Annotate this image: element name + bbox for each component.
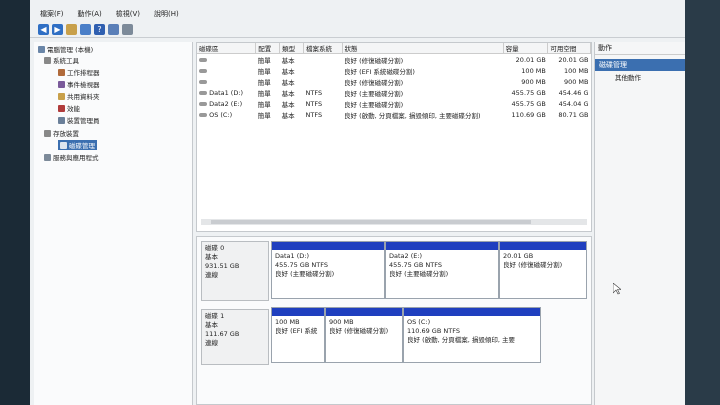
- col-status[interactable]: 狀態: [342, 43, 504, 54]
- performance-icon: [58, 104, 65, 112]
- actions-title: 動作: [595, 42, 685, 55]
- col-filesystem[interactable]: 檔案系統: [303, 43, 343, 54]
- computer-icon: [38, 45, 45, 53]
- forward-arrow-icon[interactable]: ▶: [52, 24, 63, 35]
- show-hide-tree-icon[interactable]: [80, 24, 91, 35]
- actions-pane: 動作 磁碟管理 ▲ 其他動作 ▶: [594, 42, 685, 405]
- disk1-name: 磁碟 1: [205, 312, 225, 320]
- menu-help[interactable]: 說明(H): [154, 9, 179, 19]
- actions-section-disk-management[interactable]: 磁碟管理 ▲: [595, 59, 685, 71]
- volume-icon: [199, 90, 207, 95]
- services-icon: [44, 153, 51, 161]
- computer-management-window: 檔案(F) 動作(A) 檢視(V) 說明(H) ◀ ▶ ? 電腦管理 (本機) …: [30, 0, 685, 405]
- tree-device-manager[interactable]: 裝置管理員: [58, 115, 100, 125]
- partition-bar: [386, 242, 498, 250]
- tree-services[interactable]: 服務與應用程式: [44, 152, 99, 162]
- partition-bar: [272, 308, 324, 316]
- col-layout[interactable]: 配置: [255, 43, 281, 54]
- properties-icon[interactable]: [108, 24, 119, 35]
- horizontal-scrollbar[interactable]: [201, 219, 587, 225]
- table-row[interactable]: Data2 (E:) 簡單 基本 NTFS 良好 (主要磁碟分割) 455.75…: [197, 98, 591, 109]
- toolbar: ◀ ▶ ?: [30, 22, 685, 38]
- disk-icon: [60, 141, 67, 149]
- menu-view[interactable]: 檢視(V): [116, 9, 140, 19]
- volume-table: 磁碟區 配置 類型 檔案系統 狀態 容量 可用空間 簡單 基本 良好 (修復磁碟…: [197, 43, 591, 120]
- navigation-tree: 電腦管理 (本機) 系統工具 工作排程器 事件檢視器 共用資料夾 效能 裝置管理…: [34, 42, 193, 405]
- menu-file[interactable]: 檔案(F): [40, 9, 64, 19]
- background-edge: [685, 0, 720, 405]
- disk1-status: 連線: [205, 339, 218, 347]
- tree-system-tools[interactable]: 系統工具: [44, 55, 79, 65]
- table-row[interactable]: 簡單 基本 良好 (修復磁碟分割) 20.01 GB 20.01 GB: [197, 54, 591, 66]
- tree-task-scheduler[interactable]: 工作排程器: [58, 67, 100, 77]
- partition-recovery-disk1[interactable]: 900 MB 良好 (修復磁碟分割): [325, 307, 403, 363]
- disk0-type: 基本: [205, 253, 218, 261]
- table-row[interactable]: Data1 (D:) 簡單 基本 NTFS 良好 (主要磁碟分割) 455.75…: [197, 87, 591, 98]
- col-volume[interactable]: 磁碟區: [197, 43, 257, 54]
- scrollbar-thumb[interactable]: [211, 220, 531, 224]
- volume-icon: [199, 112, 207, 117]
- tree-shared-folders[interactable]: 共用資料夾: [58, 91, 100, 101]
- shared-folder-icon: [58, 92, 65, 100]
- disk1-label[interactable]: 磁碟 1 基本 111.67 GB 連線: [201, 309, 269, 365]
- menu-action[interactable]: 動作(A): [78, 9, 102, 19]
- table-row[interactable]: 簡單 基本 良好 (EFI 系統磁碟分割) 100 MB 100 MB: [197, 65, 591, 76]
- disk0-name: 磁碟 0: [205, 244, 225, 252]
- partition-recovery-disk0[interactable]: 20.01 GB 良好 (修復磁碟分割): [499, 241, 587, 299]
- tree-event-viewer[interactable]: 事件檢視器: [58, 79, 100, 89]
- tree-storage[interactable]: 存放裝置: [44, 128, 79, 138]
- help-icon[interactable]: ?: [94, 24, 105, 35]
- mouse-cursor-icon: [613, 283, 621, 295]
- actions-more[interactable]: 其他動作 ▶: [595, 71, 685, 83]
- tools-icon: [44, 56, 51, 64]
- volume-icon: [199, 57, 207, 62]
- partition-os[interactable]: OS (C:) 110.69 GB NTFS 良好 (啟動, 分頁檔案, 損毀傾…: [403, 307, 541, 363]
- partition-bar: [326, 308, 402, 316]
- device-icon: [58, 116, 65, 124]
- table-row[interactable]: 簡單 基本 良好 (修復磁碟分割) 900 MB 900 MB: [197, 76, 591, 87]
- volume-icon: [199, 101, 207, 106]
- tree-disk-management[interactable]: 磁碟管理: [58, 140, 97, 150]
- volume-name: Data2 (E:): [197, 98, 256, 109]
- tree-root[interactable]: 電腦管理 (本機): [38, 44, 93, 54]
- disk1-size: 111.67 GB: [205, 330, 240, 338]
- partition-bar: [500, 242, 586, 250]
- col-type[interactable]: 類型: [279, 43, 305, 54]
- disk1-type: 基本: [205, 321, 218, 329]
- back-arrow-icon[interactable]: ◀: [38, 24, 49, 35]
- folder-up-icon[interactable]: [66, 24, 77, 35]
- partition-bar: [272, 242, 384, 250]
- col-capacity[interactable]: 容量: [503, 43, 549, 54]
- volume-header-row: 磁碟區 配置 類型 檔案系統 狀態 容量 可用空間: [197, 43, 591, 54]
- volume-name: OS (C:): [197, 109, 256, 120]
- event-log-icon: [58, 80, 65, 88]
- partition-data2[interactable]: Data2 (E:) 455.75 GB NTFS 良好 (主要磁碟分割): [385, 241, 499, 299]
- volume-name: Data1 (D:): [197, 87, 256, 98]
- volume-list: 磁碟區 配置 類型 檔案系統 狀態 容量 可用空間 簡單 基本 良好 (修復磁碟…: [196, 42, 592, 232]
- view-icon[interactable]: [122, 24, 133, 35]
- table-row[interactable]: OS (C:) 簡單 基本 NTFS 良好 (啟動, 分頁檔案, 損毀傾印, 主…: [197, 109, 591, 120]
- disk-graphical-view: 磁碟 0 基本 931.51 GB 連線 Data1 (D:) 455.75 G…: [196, 236, 592, 405]
- partition-data1[interactable]: Data1 (D:) 455.75 GB NTFS 良好 (主要磁碟分割): [271, 241, 385, 299]
- volume-icon: [199, 68, 207, 73]
- storage-icon: [44, 129, 51, 137]
- volume-name: [197, 76, 256, 87]
- disk0-status: 連線: [205, 271, 218, 279]
- volume-name: [197, 54, 256, 66]
- disk0-label[interactable]: 磁碟 0 基本 931.51 GB 連線: [201, 241, 269, 301]
- disk0-size: 931.51 GB: [205, 262, 240, 270]
- volume-icon: [199, 79, 207, 84]
- partition-efi[interactable]: 100 MB 良好 (EFI 系統: [271, 307, 325, 363]
- clock-icon: [58, 68, 65, 76]
- menu-bar: 檔案(F) 動作(A) 檢視(V) 說明(H): [30, 8, 685, 20]
- volume-name: [197, 65, 256, 76]
- col-free-space[interactable]: 可用空間: [547, 43, 591, 54]
- partition-bar: [404, 308, 540, 316]
- tree-performance[interactable]: 效能: [58, 103, 80, 113]
